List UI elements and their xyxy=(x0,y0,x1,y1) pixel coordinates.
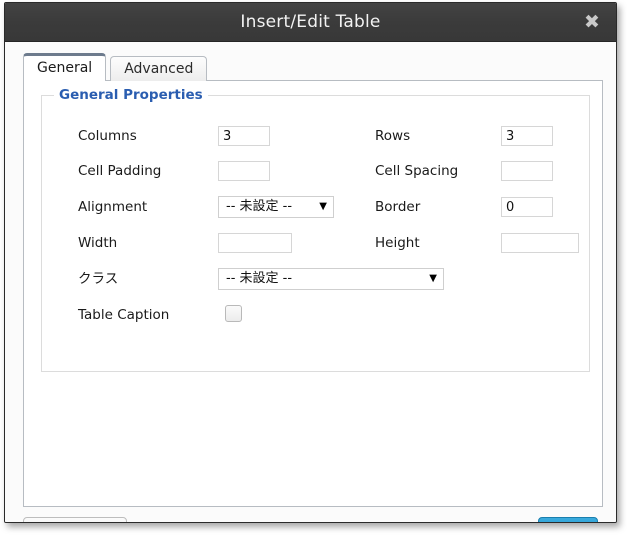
width-label: Width xyxy=(78,231,117,255)
form-row-cell-padding-spacing: Cell Padding Cell Spacing xyxy=(42,159,589,183)
dialog-body: General Advanced General Properties Colu… xyxy=(5,42,616,523)
cell-padding-label: Cell Padding xyxy=(78,159,161,183)
general-properties-fieldset: General Properties Columns Rows Cell Pad… xyxy=(41,95,590,372)
border-label: Border xyxy=(375,195,420,219)
cell-spacing-label: Cell Spacing xyxy=(375,159,458,183)
table-caption-label: Table Caption xyxy=(78,303,169,327)
table-caption-checkbox[interactable] xyxy=(225,305,242,322)
form-row-alignment-border: Alignment -- 未設定 -- ▼ Border xyxy=(42,195,589,219)
chevron-down-icon: ▼ xyxy=(429,269,437,289)
chevron-down-icon: ▼ xyxy=(319,197,327,217)
close-icon[interactable]: ✖ xyxy=(578,3,606,41)
dialog-title-bar: Insert/Edit Table ✖ xyxy=(5,3,616,42)
alignment-select[interactable]: -- 未設定 -- ▼ xyxy=(218,196,334,218)
alignment-select-value: -- 未設定 -- xyxy=(226,197,292,217)
form-row-width-height: Width Height xyxy=(42,231,589,255)
insert-edit-table-dialog: Insert/Edit Table ✖ General Advanced Gen… xyxy=(4,2,617,523)
dialog-footer: キャンセル 挿入 xyxy=(5,508,616,523)
dialog-title: Insert/Edit Table xyxy=(5,3,616,41)
form-row-table-caption: Table Caption xyxy=(42,303,589,327)
height-input[interactable] xyxy=(501,233,579,253)
tab-general[interactable]: General xyxy=(23,53,106,81)
width-input[interactable] xyxy=(218,233,292,253)
tab-panel-general: General Properties Columns Rows Cell Pad… xyxy=(23,80,603,507)
cell-padding-input[interactable] xyxy=(218,161,270,181)
form-row-columns-rows: Columns Rows xyxy=(42,124,589,148)
cell-spacing-input[interactable] xyxy=(501,161,553,181)
class-select-value: -- 未設定 -- xyxy=(226,269,292,289)
tab-strip: General Advanced xyxy=(23,54,211,81)
insert-button[interactable]: 挿入 xyxy=(538,517,598,523)
alignment-label: Alignment xyxy=(78,195,147,219)
border-input[interactable] xyxy=(501,197,553,217)
general-properties-legend: General Properties xyxy=(54,87,208,103)
height-label: Height xyxy=(375,231,420,255)
class-select[interactable]: -- 未設定 -- ▼ xyxy=(218,268,444,290)
rows-label: Rows xyxy=(375,124,410,148)
form-row-class: クラス -- 未設定 -- ▼ xyxy=(42,267,589,291)
columns-input[interactable] xyxy=(218,126,270,146)
class-label: クラス xyxy=(78,267,118,291)
columns-label: Columns xyxy=(78,124,137,148)
rows-input[interactable] xyxy=(501,126,553,146)
cancel-button[interactable]: キャンセル xyxy=(23,517,127,523)
tab-advanced[interactable]: Advanced xyxy=(110,56,207,81)
